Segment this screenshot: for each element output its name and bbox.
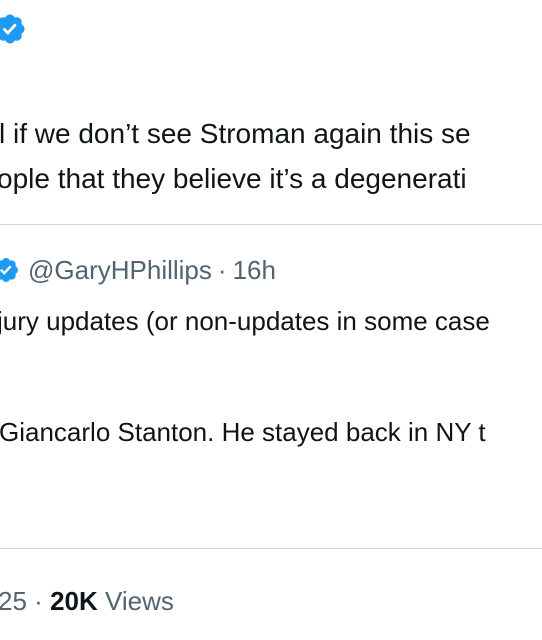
quoted-tweet-text-line: Giancarlo Stanton. He stayed back in NY … [0, 417, 486, 447]
divider [0, 548, 542, 549]
tweet-date-fragment[interactable]: 25 [0, 586, 27, 616]
tweet-text-line: l if we don’t see Stroman again this se [0, 118, 471, 149]
tweet-text-line: ople that they believe it’s a degenerati [0, 163, 467, 194]
separator-dot: · [217, 254, 227, 285]
separator-dot: · [34, 586, 43, 616]
views-count: 20K [50, 586, 98, 616]
quoted-tweet-handle[interactable]: @GaryHPhillips [28, 255, 212, 286]
quoted-tweet-text-line: jury updates (or non-updates in some cas… [0, 306, 490, 336]
views-label: Views [105, 586, 174, 616]
quoted-tweet-header[interactable]: @GaryHPhillips · 16h [0, 254, 276, 286]
quoted-tweet-time[interactable]: 16h [233, 255, 276, 286]
divider [0, 224, 542, 225]
verified-badge-icon [0, 256, 20, 284]
verified-badge-icon [0, 12, 27, 46]
tweet-stats: 25 · 20K Views [0, 585, 174, 617]
